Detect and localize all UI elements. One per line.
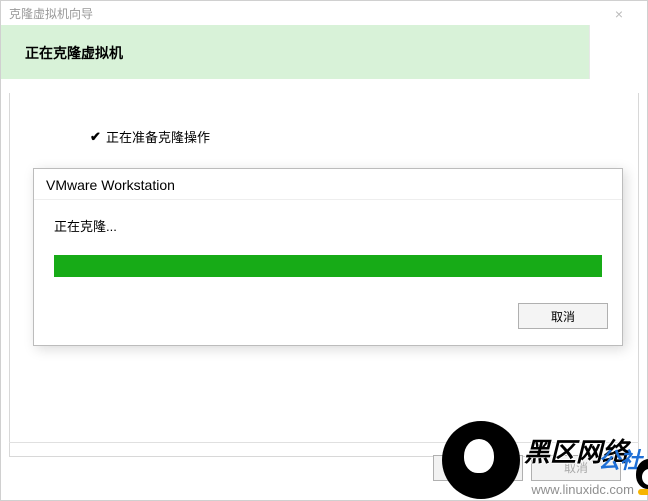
- close-icon: ×: [615, 6, 623, 22]
- dialog-body: 正在克隆...: [34, 200, 622, 291]
- dialog-footer: 取消: [34, 291, 622, 345]
- wizard-header: 正在克隆虚拟机: [1, 25, 647, 79]
- wizard-header-graphic: [589, 25, 647, 79]
- wizard-footer: 关闭 取消: [9, 442, 639, 492]
- dialog-title: VMware Workstation: [34, 169, 622, 200]
- progress-fill: [54, 255, 602, 277]
- close-button[interactable]: 关闭: [433, 455, 523, 481]
- window-title: 克隆虚拟机向导: [9, 5, 93, 22]
- progress-bar: [54, 255, 602, 277]
- step-row: ✔ 正在准备克隆操作: [90, 127, 638, 146]
- cancel-button[interactable]: 取消: [531, 455, 621, 481]
- wizard-header-title: 正在克隆虚拟机: [1, 25, 589, 79]
- titlebar: 克隆虚拟机向导 ×: [1, 1, 647, 25]
- cloning-progress-dialog: VMware Workstation 正在克隆... 取消: [33, 168, 623, 346]
- step-label: 正在准备克隆操作: [106, 127, 638, 146]
- checkmark-icon: ✔: [90, 129, 106, 145]
- progress-message: 正在克隆...: [54, 216, 602, 235]
- cancel-button[interactable]: 取消: [518, 303, 608, 329]
